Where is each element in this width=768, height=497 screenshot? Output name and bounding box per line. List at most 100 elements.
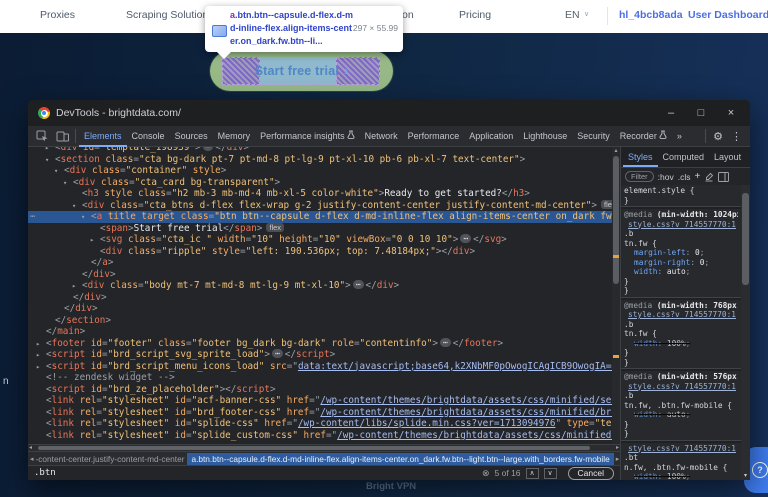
sidebar-more-tabs-button[interactable]: » xyxy=(746,148,750,167)
dom-tree-row[interactable]: <div class="ripple" style="left: 190.536… xyxy=(28,246,612,258)
css-rule-block[interactable]: @media (min-width: 576px) {style.css?v_7… xyxy=(621,371,741,441)
device-toolbar-icon[interactable] xyxy=(52,126,72,147)
tab-performance[interactable]: Performance xyxy=(403,126,465,147)
breadcrumb-selected-crumb[interactable]: a.btn.btn--capsule.d-flex.d-md-inline-fl… xyxy=(187,453,613,465)
dom-tree-row[interactable]: ▾<div class="container" style> xyxy=(28,165,612,177)
tab-sources[interactable]: Sources xyxy=(170,126,213,147)
css-property-line[interactable]: width: 100%; xyxy=(624,339,738,349)
dom-tree-row[interactable]: ▾<section class="cta bg-dark pt-7 pt-md-… xyxy=(28,154,612,166)
dom-tree-row[interactable]: </div> xyxy=(28,292,612,304)
dom-tree-row[interactable]: ▸<script id="brd_script_menu_icons_load"… xyxy=(28,361,612,373)
collapsed-content-ellipsis[interactable]: ⋯ xyxy=(440,338,451,347)
dom-tree-row[interactable]: <span>Start free trial</span>flex xyxy=(28,223,612,235)
dom-tree-row[interactable]: ▸<div class="body mt-7 mt-md-8 mt-lg-9 m… xyxy=(28,280,612,292)
scroll-left-arrow-icon[interactable]: ◂ xyxy=(29,444,32,451)
css-rule-block[interactable]: style.css?v_714557770:1.btn.fw, .btn.fw-… xyxy=(621,443,741,481)
dom-tree-row[interactable]: <!-- zendesk widget --> xyxy=(28,372,612,384)
stylesheet-source-link[interactable]: style.css?v_714557770:1 xyxy=(624,310,738,320)
nav-item-on[interactable]: on xyxy=(402,9,414,21)
dom-tree-row[interactable]: ▾<div class="cta_btns d-flex flex-wrap g… xyxy=(28,200,612,212)
css-rule-block[interactable]: @media (min-width: 768px) {style.css?v_7… xyxy=(621,300,741,370)
css-property-line[interactable]: width: 100%; xyxy=(624,472,738,480)
dom-tree-row[interactable]: <link rel="stylesheet" id="splide-css" h… xyxy=(28,418,612,430)
inspect-element-icon[interactable] xyxy=(32,126,52,147)
collapsed-content-ellipsis[interactable]: ⋯ xyxy=(272,349,283,358)
account-link[interactable]: hl_4bcb8ada xyxy=(619,9,683,21)
dom-tree-row[interactable]: ▾<div class="cta_card bg-transparent"> xyxy=(28,177,612,189)
stylesheet-source-link[interactable]: style.css?v_714557770:1 xyxy=(624,444,738,454)
devtools-titlebar[interactable]: DevTools - brightdata.com/ –□× xyxy=(28,100,750,126)
dom-tree-row[interactable]: </div> xyxy=(28,303,612,315)
dom-tree-row[interactable]: </div> xyxy=(28,269,612,281)
close-button[interactable]: × xyxy=(716,100,746,126)
stylesheet-source-link-text[interactable]: style.css?v_714557770:1 xyxy=(624,382,738,392)
tab-memory[interactable]: Memory xyxy=(213,126,256,147)
start-free-trial-button[interactable]: Start free trial › xyxy=(210,51,393,91)
dom-tree-row[interactable]: </a> xyxy=(28,257,612,269)
dom-tree-row[interactable]: <link rel="stylesheet" id="brd_footer-cs… xyxy=(28,407,612,419)
elements-horizontal-scrollbar[interactable]: ◂ ▸ xyxy=(28,444,620,451)
dom-tree-row[interactable]: ▸<footer id="footer" class="footer bg_da… xyxy=(28,338,612,350)
new-style-rule-button[interactable]: + xyxy=(695,171,701,182)
dom-tree-row[interactable]: <h3 style class="h2 mb-3 mb-md-4 mb-xl-5… xyxy=(28,188,612,200)
user-dashboard-link[interactable]: User Dashboard xyxy=(688,9,768,21)
settings-gear-icon[interactable]: ⚙ xyxy=(709,130,727,143)
tab-console[interactable]: Console xyxy=(127,126,170,147)
scroll-up-arrow-icon[interactable]: ▴ xyxy=(612,147,620,154)
toggle-pseudo-state-button[interactable]: :hov xyxy=(658,172,674,182)
toggle-class-button[interactable]: .cls xyxy=(678,172,691,182)
minimize-button[interactable]: – xyxy=(656,100,686,126)
collapsed-content-ellipsis[interactable]: ⋯ xyxy=(460,234,471,243)
scrollbar-thumb[interactable] xyxy=(38,446,590,450)
stylesheet-source-link-text[interactable]: style.css?v_714557770:1 xyxy=(624,444,738,454)
nav-item-proxies[interactable]: Proxies xyxy=(40,9,75,21)
breadcrumb-parent-crumb[interactable]: -content-center.justify-content-md-cente… xyxy=(36,454,185,464)
css-property-line[interactable]: width: auto; xyxy=(624,410,738,420)
nav-item-pricing[interactable]: Pricing xyxy=(459,9,491,21)
scrollbar-thumb[interactable] xyxy=(613,156,619,284)
scrollbar-thumb[interactable] xyxy=(742,193,749,285)
cancel-search-button[interactable]: Cancel xyxy=(568,467,614,480)
dom-tree-row[interactable]: </section> xyxy=(28,315,612,327)
previous-match-button[interactable]: ∧ xyxy=(526,468,539,479)
css-property-line[interactable]: width: auto; xyxy=(624,267,738,277)
tab-elements[interactable]: Elements xyxy=(79,126,127,147)
collapsed-content-ellipsis[interactable]: ⋯ xyxy=(353,280,364,289)
styles-filter-input[interactable]: Filter xyxy=(625,171,654,182)
next-match-button[interactable]: ∨ xyxy=(544,468,557,479)
stylesheet-source-link-text[interactable]: style.css?v_714557770:1 xyxy=(624,220,738,230)
clear-search-icon[interactable]: ⊗ xyxy=(482,468,490,479)
tab-lighthouse[interactable]: Lighthouse xyxy=(518,126,572,147)
dom-tree[interactable]: ▸<div id="template_198939">⋯</div>▾<sect… xyxy=(28,147,612,444)
language-selector[interactable]: EN xyxy=(565,9,580,21)
more-tabs-button[interactable]: » xyxy=(672,126,687,147)
maximize-button[interactable]: □ xyxy=(686,100,716,126)
css-rule-block[interactable]: element.style {} xyxy=(621,185,741,207)
tab-network[interactable]: Network xyxy=(360,126,403,147)
flex-badge[interactable]: flex xyxy=(266,223,284,233)
dom-tree-row[interactable]: ▸<script id="brd_script_svg_sprite_load"… xyxy=(28,349,612,361)
css-property-line[interactable]: margin-left: 0; xyxy=(624,248,738,258)
dom-tree-row[interactable]: <link rel="stylesheet" id="acf-banner-cs… xyxy=(28,395,612,407)
sidebar-tab-computed[interactable]: Computed xyxy=(658,148,710,167)
tab-performance-insights[interactable]: Performance insights xyxy=(255,126,360,147)
sidebar-tab-layout[interactable]: Layout xyxy=(709,148,746,167)
tab-recorder[interactable]: Recorder xyxy=(615,126,672,147)
dom-tree-row[interactable]: <link rel="stylesheet" id="splide_custom… xyxy=(28,430,612,442)
computed-panel-icon[interactable] xyxy=(718,172,729,182)
css-rule-block[interactable]: @media (min-width: 1024px) {style.css?v_… xyxy=(621,209,741,298)
search-input[interactable]: .btn xyxy=(34,468,477,478)
nav-item-scraping-solutions[interactable]: Scraping Solutions xyxy=(126,9,214,21)
brush-icon[interactable] xyxy=(704,172,714,182)
flex-badge[interactable]: flex xyxy=(601,200,612,210)
dom-tree-row[interactable]: </main> xyxy=(28,326,612,338)
stylesheet-source-link-text[interactable]: style.css?v_714557770:1 xyxy=(624,310,738,320)
breadcrumb-prev-icon[interactable]: ◂ xyxy=(28,455,36,463)
dom-tree-row[interactable]: <script id="brd_ze_placeholder"></script… xyxy=(28,384,612,396)
tab-security[interactable]: Security xyxy=(572,126,615,147)
scroll-down-arrow-icon[interactable]: ▾ xyxy=(741,472,750,479)
collapsed-content-ellipsis[interactable]: ⋯ xyxy=(203,147,214,151)
stylesheet-source-link[interactable]: style.css?v_714557770:1 xyxy=(624,220,738,230)
css-property-line[interactable]: margin-right: 0; xyxy=(624,258,738,268)
dom-tree-row[interactable]: ▸<svg class="cta_ic " width="10" height=… xyxy=(28,234,612,246)
